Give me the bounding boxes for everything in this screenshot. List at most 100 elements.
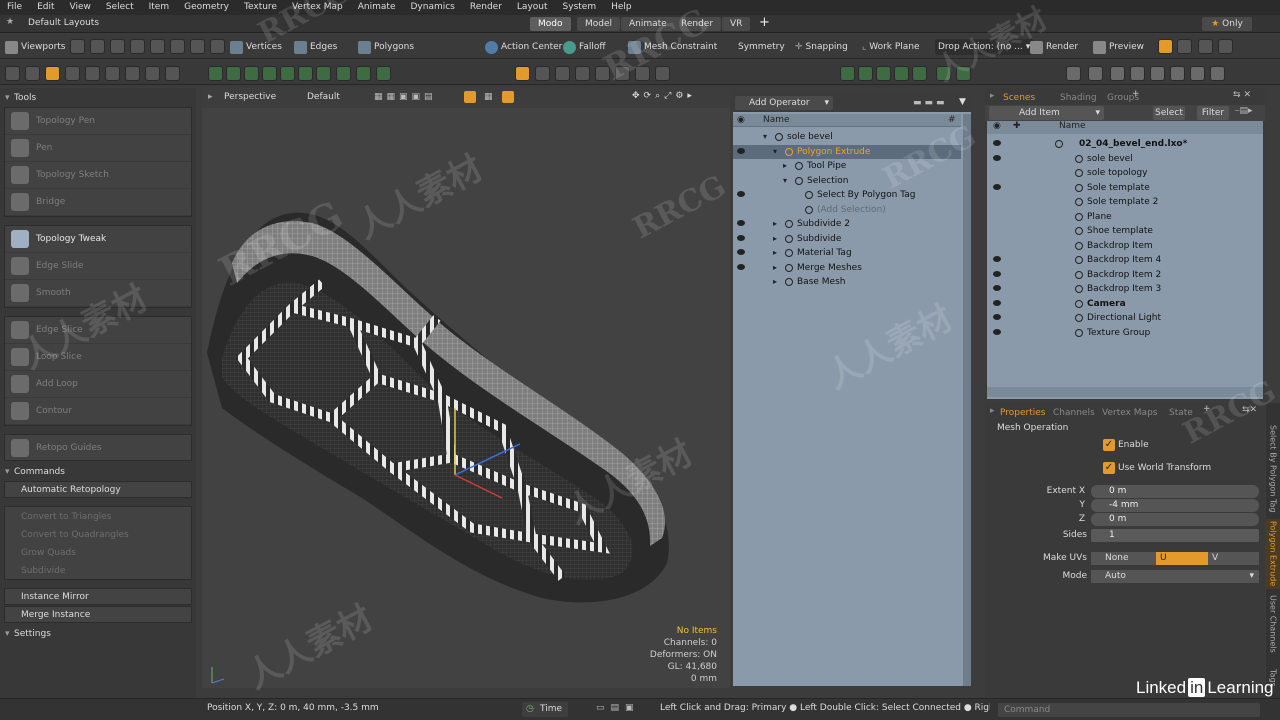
properties-expand-icon[interactable]: ▸ — [990, 406, 995, 416]
visibility-eye-icon[interactable] — [737, 191, 745, 197]
scene-item[interactable]: Directional Light — [987, 311, 1263, 325]
scene-icon-7[interactable] — [1190, 66, 1205, 81]
tool-icon-5[interactable] — [85, 66, 100, 81]
view-tool-icon-5[interactable] — [595, 66, 610, 81]
expand-arrow-icon[interactable]: ▸ — [773, 217, 777, 231]
mesh-tool-icon-1[interactable] — [208, 66, 223, 81]
visibility-eye-icon[interactable] — [737, 147, 745, 154]
outliner-name-column[interactable]: Name — [763, 115, 790, 125]
add-operator-button[interactable]: Add Operator ▾ — [735, 96, 833, 110]
visibility-eye-icon[interactable] — [737, 263, 745, 270]
properties-tab-state[interactable]: State — [1169, 406, 1193, 420]
layout-name[interactable]: Default Layouts — [28, 18, 99, 28]
only-button[interactable]: ★ Only — [1202, 17, 1252, 31]
work-plane-button[interactable]: ⌞ Work Plane — [862, 39, 920, 55]
tool-pen[interactable]: Pen — [5, 135, 191, 162]
layout-star-icon[interactable]: ★ — [6, 17, 14, 27]
select-button[interactable]: Select — [1153, 106, 1185, 120]
display-icon-1[interactable] — [840, 66, 855, 81]
properties-tab-properties[interactable]: Properties — [1000, 406, 1045, 420]
scene-tab-scenes[interactable]: Scenes — [1003, 91, 1035, 105]
expand-arrow-icon[interactable]: ▾ — [783, 174, 787, 188]
menu-item[interactable]: Item — [142, 0, 178, 15]
vertices-button[interactable]: Vertices — [230, 39, 282, 55]
tool-icon-6[interactable] — [105, 66, 120, 81]
display-icon-6[interactable] — [936, 66, 951, 81]
view-tool-icon-3[interactable] — [555, 66, 570, 81]
operator-row[interactable]: ▸ Material Tag — [733, 246, 961, 260]
visibility-eye-icon[interactable] — [737, 234, 745, 241]
extent-x-field[interactable]: 0 m — [1091, 485, 1259, 498]
side-tab-select-by-polygon-tag[interactable]: Select By Polygon Tag — [1266, 421, 1280, 516]
menu-view[interactable]: View — [63, 0, 99, 15]
add-item-dropdown[interactable]: Add Item ▾ — [989, 106, 1104, 120]
command-convert-to-quadrangles[interactable]: Convert to Quadrangles — [5, 527, 191, 544]
mesh-tool-icon-2[interactable] — [226, 66, 241, 81]
scene-item[interactable]: Shoe template — [987, 224, 1263, 238]
scene-icon-2[interactable] — [1088, 66, 1103, 81]
display-icon-5[interactable] — [912, 66, 927, 81]
view-tool-icon-2[interactable] — [535, 66, 550, 81]
viewport-tool-icon-2[interactable] — [90, 39, 105, 54]
settings-header[interactable]: Settings — [4, 626, 192, 642]
add-properties-tab-button[interactable]: + — [1203, 404, 1211, 414]
toolbar-more-icon[interactable] — [1218, 39, 1233, 54]
visibility-eye-icon[interactable] — [737, 249, 745, 255]
time-button[interactable]: ◷ Time — [522, 702, 568, 717]
snapping-button[interactable]: ✛ Snapping — [795, 39, 848, 55]
properties-tab-channels[interactable]: Channels — [1053, 406, 1095, 420]
menu-vertex-map[interactable]: Vertex Map — [285, 0, 351, 15]
operator-row[interactable]: (Add Selection) — [733, 203, 961, 217]
make-uvs-v-option[interactable]: V — [1208, 552, 1259, 565]
mode-tab-vr[interactable]: VR — [722, 17, 751, 31]
scene-item[interactable]: Plane — [987, 210, 1263, 224]
mode-dropdown[interactable]: Auto ▾ — [1091, 570, 1259, 583]
tool-contour[interactable]: Contour — [5, 398, 191, 425]
mesh-tool-icon-7[interactable] — [316, 66, 331, 81]
mesh-constraint-button[interactable]: Mesh Constraint — [628, 39, 717, 55]
operator-row[interactable]: Select By Polygon Tag — [733, 188, 961, 202]
filter-button[interactable]: Filter — [1197, 106, 1229, 120]
scene-icon-6[interactable] — [1170, 66, 1185, 81]
make-uvs-none-option[interactable]: None — [1091, 552, 1156, 565]
sides-field[interactable]: 1 — [1091, 529, 1259, 542]
menu-dynamics[interactable]: Dynamics — [403, 0, 462, 15]
view-tool-icon-7[interactable] — [635, 66, 650, 81]
outliner-scrollbar[interactable] — [963, 114, 971, 686]
status-toggle-icons[interactable]: ▭▤▣ — [596, 703, 640, 713]
visibility-eye-icon[interactable] — [993, 140, 1001, 146]
tools-header[interactable]: Tools — [4, 90, 192, 106]
tool-add-loop[interactable]: Add Loop — [5, 371, 191, 398]
scene-item[interactable]: sole topology — [987, 166, 1263, 180]
operator-row[interactable]: ▸ Subdivide — [733, 232, 961, 246]
scene-panel-expand-icon[interactable]: ▸ — [990, 91, 995, 101]
scene-icon-5[interactable] — [1150, 66, 1165, 81]
automatic-retopology-button[interactable]: Automatic Retopology — [4, 481, 192, 498]
scene-item[interactable]: Camera — [987, 297, 1263, 311]
edges-button[interactable]: Edges — [294, 39, 337, 55]
scene-item[interactable]: Backdrop Item — [987, 239, 1263, 253]
view-type-selector[interactable]: Perspective — [224, 92, 276, 102]
toolbar-search-icon[interactable] — [1198, 39, 1213, 54]
view-tool-icon-8[interactable] — [655, 66, 670, 81]
outliner-view-icons[interactable]: ▬▬▬ — [913, 98, 948, 108]
mesh-tool-icon-5[interactable] — [280, 66, 295, 81]
viewports-button[interactable]: Viewports — [5, 39, 66, 55]
operator-row[interactable]: ▸ Base Mesh — [733, 275, 961, 289]
menu-animate[interactable]: Animate — [351, 0, 404, 15]
display-icon-3[interactable] — [876, 66, 891, 81]
menu-layout[interactable]: Layout — [510, 0, 556, 15]
visibility-eye-icon[interactable] — [993, 154, 1001, 161]
symmetry-button[interactable]: Symmetry — [738, 39, 785, 55]
scene-icon-3[interactable] — [1110, 66, 1125, 81]
command-subdivide[interactable]: Subdivide — [5, 563, 191, 580]
tool-icon-7[interactable] — [125, 66, 140, 81]
instance-mirror-button[interactable]: Instance Mirror — [4, 588, 192, 605]
tool-loop-slice[interactable]: Loop Slice — [5, 344, 191, 371]
retopo-guides-tool[interactable]: Retopo Guides — [5, 435, 191, 462]
menu-select[interactable]: Select — [99, 0, 142, 15]
tool-bridge[interactable]: Bridge — [5, 189, 191, 216]
scene-tab-shading[interactable]: Shading — [1060, 91, 1097, 105]
viewport-tool-icon-1[interactable] — [70, 39, 85, 54]
viewport-tool-icon-3[interactable] — [110, 39, 125, 54]
